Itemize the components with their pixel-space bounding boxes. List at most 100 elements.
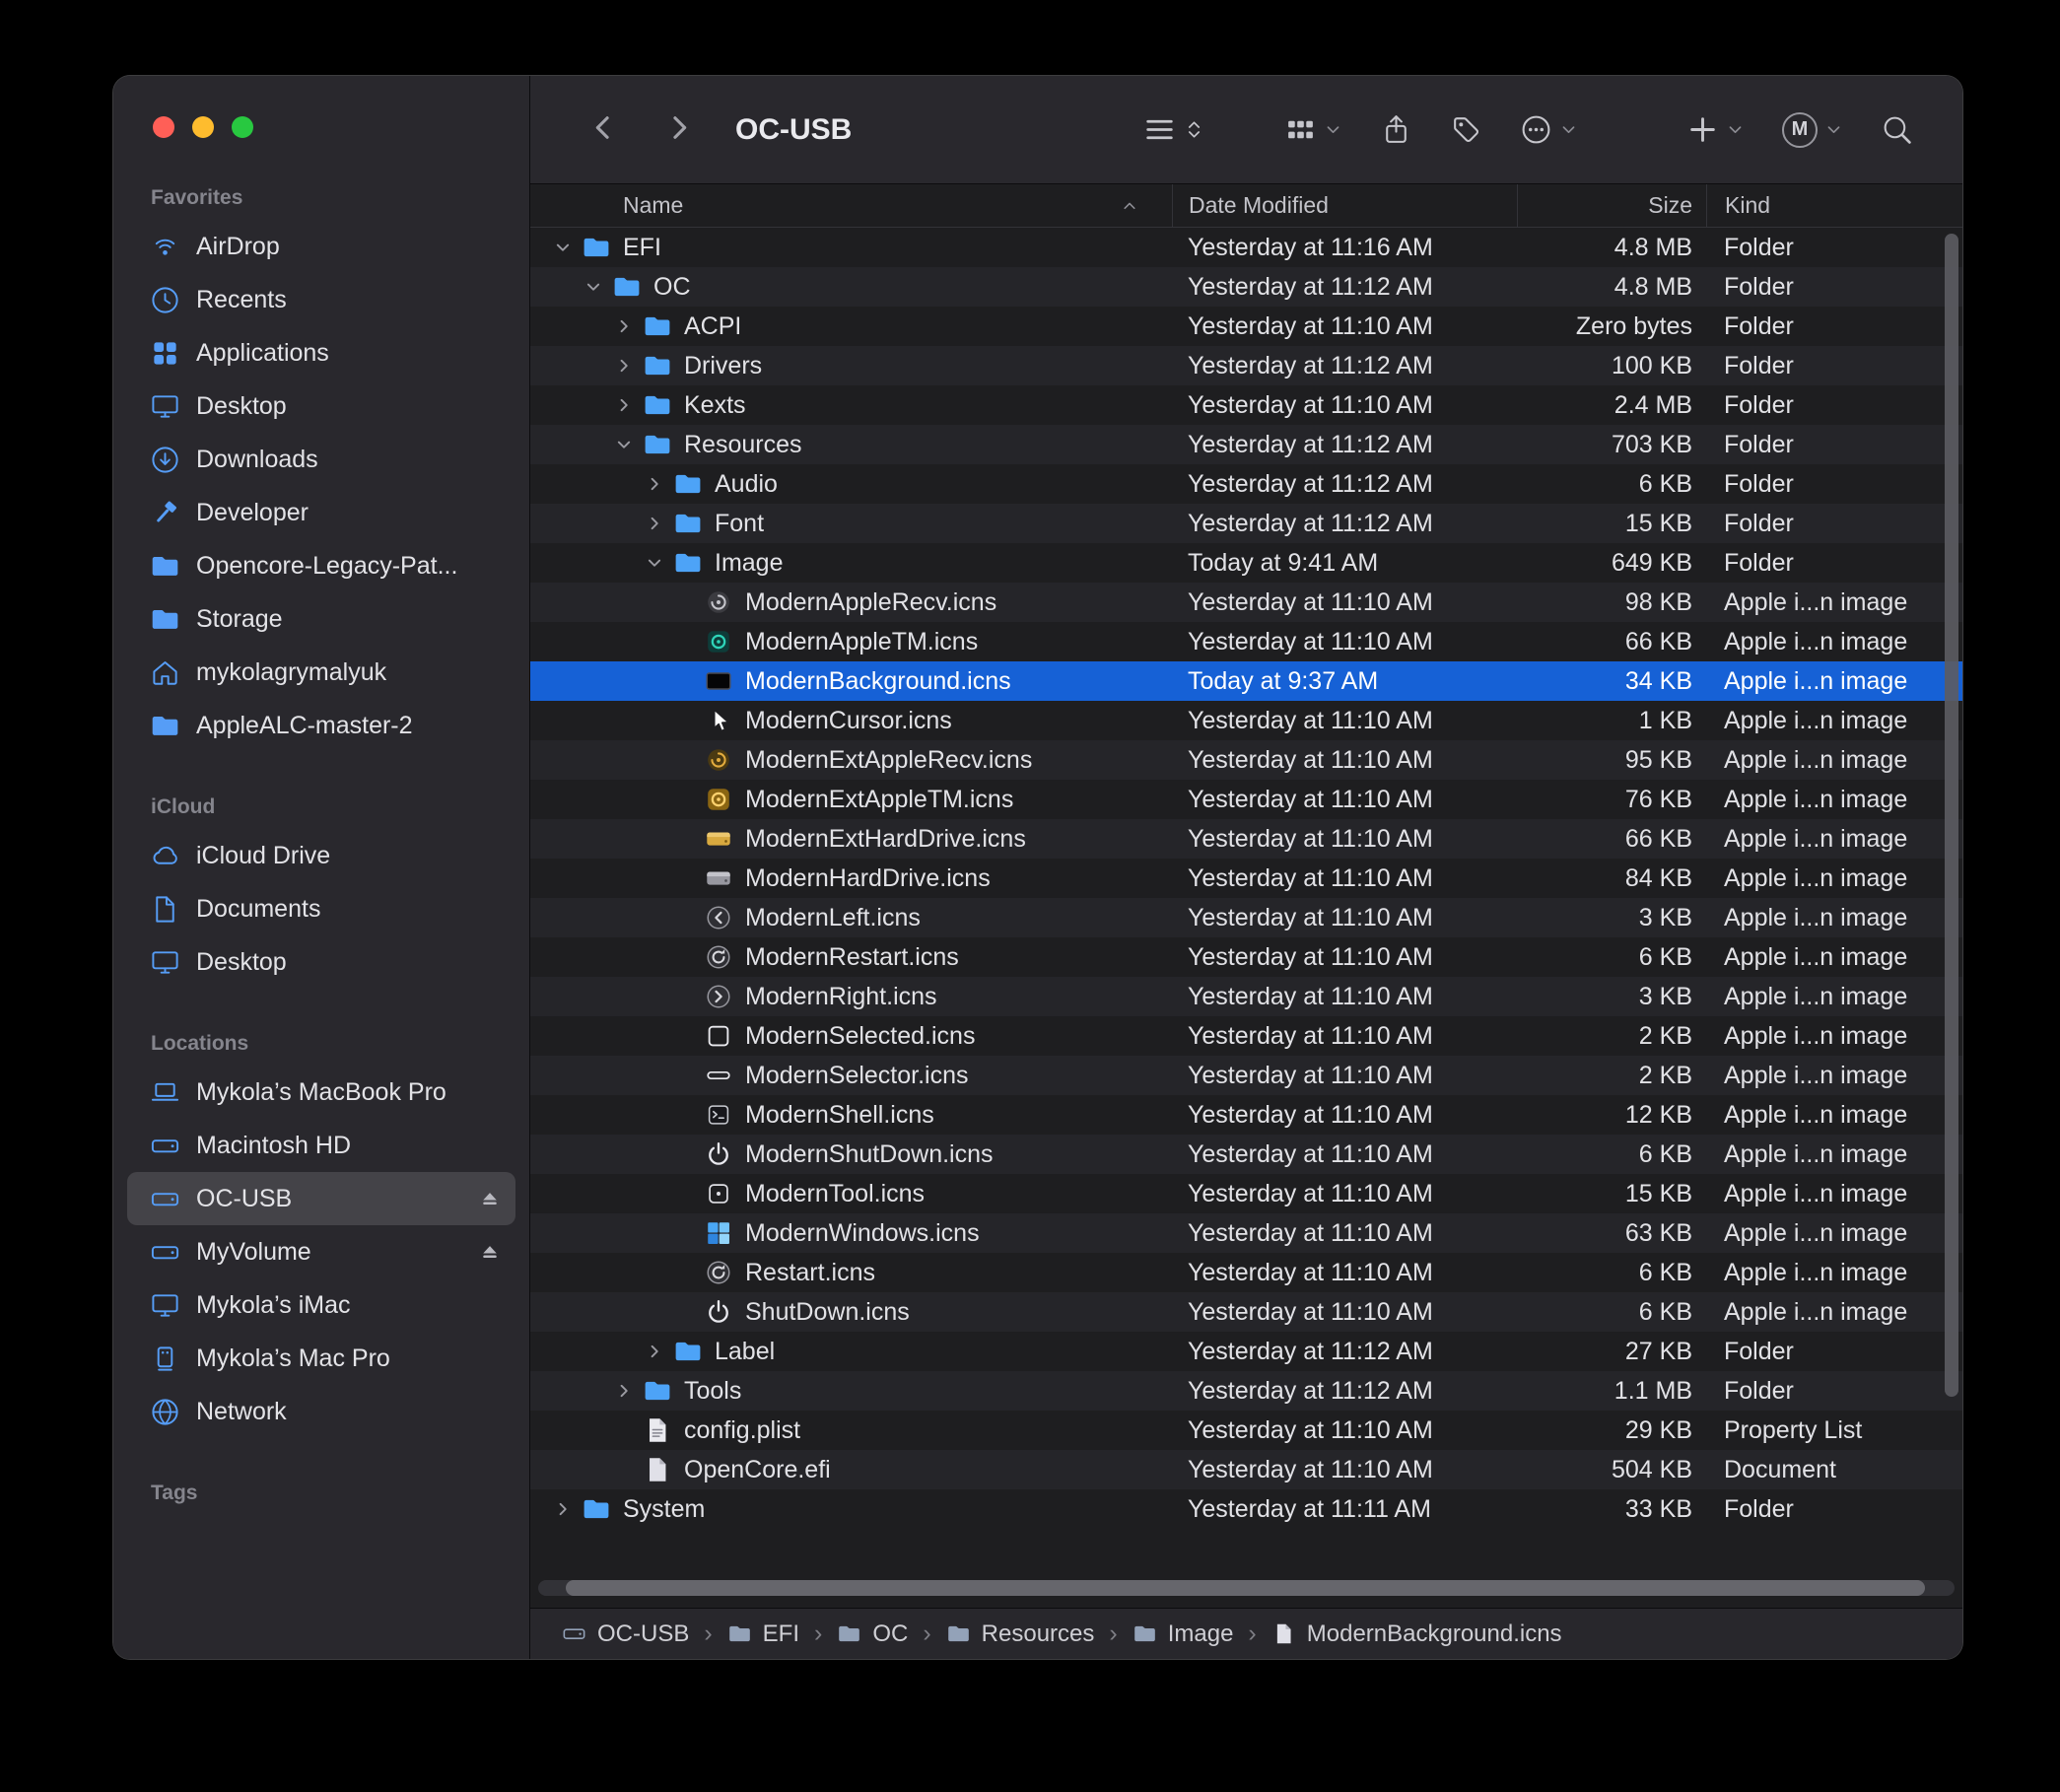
disclosure-chevron[interactable] [638, 513, 671, 534]
search-button[interactable] [1881, 113, 1913, 146]
horizontal-scrollbar-track[interactable] [538, 1580, 1955, 1596]
file-row-shutdown-icns[interactable]: ShutDown.icnsYesterday at 11:10 AM6 KBAp… [530, 1292, 1962, 1332]
file-row-modernselected-icns[interactable]: ModernSelected.icnsYesterday at 11:10 AM… [530, 1016, 1962, 1056]
eject-button[interactable] [478, 1187, 502, 1210]
file-row-modernselector-icns[interactable]: ModernSelector.icnsYesterday at 11:10 AM… [530, 1056, 1962, 1095]
window-title: OC-USB [735, 113, 852, 147]
sidebar-item-applications[interactable]: Applications [127, 326, 515, 379]
sidebar-item-storage[interactable]: Storage [127, 592, 515, 646]
sidebar-item-documents[interactable]: Documents [127, 882, 515, 935]
column-header-date-modified[interactable]: Date Modified [1172, 184, 1517, 227]
new-item-button[interactable] [1686, 113, 1745, 146]
file-row-oc[interactable]: OCYesterday at 11:12 AM4.8 MBFolder [530, 267, 1962, 307]
file-row-modernharddrive-icns[interactable]: ModernHardDrive.icnsYesterday at 11:10 A… [530, 859, 1962, 898]
file-row-modernwindows-icns[interactable]: ModernWindows.icnsYesterday at 11:10 AM6… [530, 1213, 1962, 1253]
view-options-button[interactable] [1143, 113, 1205, 146]
sidebar-item-applealc-master-2[interactable]: AppleALC-master-2 [127, 699, 515, 752]
sidebar-item-mykola-s-macbook-pro[interactable]: Mykola’s MacBook Pro [127, 1066, 515, 1119]
file-row-font[interactable]: FontYesterday at 11:12 AM15 KBFolder [530, 504, 1962, 543]
file-row-moderntool-icns[interactable]: ModernTool.icnsYesterday at 11:10 AM15 K… [530, 1174, 1962, 1213]
path-item-oc[interactable]: OC [837, 1620, 908, 1648]
disclosure-chevron[interactable] [638, 1341, 671, 1362]
sidebar-item-opencore-legacy-pat[interactable]: Opencore-Legacy-Pat... [127, 539, 515, 592]
sidebar-item-mykolagrymalyuk[interactable]: mykolagrymalyuk [127, 646, 515, 699]
file-row-image[interactable]: ImageToday at 9:41 AM649 KBFolder [530, 543, 1962, 583]
file-size: 15 KB [1517, 1180, 1706, 1208]
tag-button[interactable] [1450, 113, 1482, 146]
file-name: EFI [623, 234, 661, 262]
file-row-modernbackground-icns[interactable]: ModernBackground.icnsToday at 9:37 AM34 … [530, 661, 1962, 701]
sidebar-item-recents[interactable]: Recents [127, 273, 515, 326]
file-row-modernleft-icns[interactable]: ModernLeft.icnsYesterday at 11:10 AM3 KB… [530, 898, 1962, 937]
forward-button[interactable] [656, 108, 700, 152]
sidebar-item-desktop[interactable]: Desktop [127, 379, 515, 433]
sidebar-item-icloud-drive[interactable]: iCloud Drive [127, 829, 515, 882]
sidebar-item-airdrop[interactable]: AirDrop [127, 220, 515, 273]
disclosure-chevron[interactable] [577, 276, 610, 298]
file-row-modernrestart-icns[interactable]: ModernRestart.icnsYesterday at 11:10 AM6… [530, 937, 1962, 977]
file-row-modernshell-icns[interactable]: ModernShell.icnsYesterday at 11:10 AM12 … [530, 1095, 1962, 1135]
disclosure-chevron[interactable] [638, 473, 671, 495]
column-header-kind[interactable]: Kind [1706, 184, 1962, 227]
horizontal-scrollbar-thumb[interactable] [566, 1580, 1925, 1596]
sidebar-item-downloads[interactable]: Downloads [127, 433, 515, 486]
disclosure-chevron[interactable] [546, 1498, 580, 1520]
file-row-modernextapplerecv-icns[interactable]: ModernExtAppleRecv.icnsYesterday at 11:1… [530, 740, 1962, 780]
path-item-resources[interactable]: Resources [946, 1620, 1095, 1648]
close-button[interactable] [153, 116, 174, 138]
account-button[interactable]: M [1782, 112, 1843, 148]
eject-button[interactable] [478, 1240, 502, 1264]
share-button[interactable] [1380, 113, 1412, 146]
path-item-oc-usb[interactable]: OC-USB [562, 1620, 689, 1648]
file-row-moderncursor-icns[interactable]: ModernCursor.icnsYesterday at 11:10 AM1 … [530, 701, 1962, 740]
file-row-system[interactable]: SystemYesterday at 11:11 AM33 KBFolder [530, 1489, 1962, 1529]
file-row-restart-icns[interactable]: Restart.icnsYesterday at 11:10 AM6 KBApp… [530, 1253, 1962, 1292]
file-row-modernright-icns[interactable]: ModernRight.icnsYesterday at 11:10 AM3 K… [530, 977, 1962, 1016]
sidebar-item-network[interactable]: Network [127, 1385, 515, 1438]
file-row-efi[interactable]: EFIYesterday at 11:16 AM4.8 MBFolder [530, 228, 1962, 267]
file-row-modernextappletm-icns[interactable]: ModernExtAppleTM.icnsYesterday at 11:10 … [530, 780, 1962, 819]
indent-spacer [546, 681, 668, 682]
path-item-efi[interactable]: EFI [727, 1620, 799, 1648]
column-header-name[interactable]: Name [530, 184, 1172, 227]
sidebar-item-desktop[interactable]: Desktop [127, 935, 515, 989]
disclosure-chevron[interactable] [546, 237, 580, 258]
sidebar-item-developer[interactable]: Developer [127, 486, 515, 539]
file-row-resources[interactable]: ResourcesYesterday at 11:12 AM703 KBFold… [530, 425, 1962, 464]
minimize-button[interactable] [192, 116, 214, 138]
disclosure-chevron[interactable] [638, 552, 671, 574]
file-row-modernapplerecv-icns[interactable]: ModernAppleRecv.icnsYesterday at 11:10 A… [530, 583, 1962, 622]
file-row-kexts[interactable]: KextsYesterday at 11:10 AM2.4 MBFolder [530, 385, 1962, 425]
file-row-modernshutdown-icns[interactable]: ModernShutDown.icnsYesterday at 11:10 AM… [530, 1135, 1962, 1174]
file-row-opencore-efi[interactable]: OpenCore.efiYesterday at 11:10 AM504 KBD… [530, 1450, 1962, 1489]
file-row-modernappletm-icns[interactable]: ModernAppleTM.icnsYesterday at 11:10 AM6… [530, 622, 1962, 661]
vertical-scrollbar-thumb[interactable] [1945, 234, 1958, 1397]
file-row-config-plist[interactable]: config.plistYesterday at 11:10 AM29 KBPr… [530, 1411, 1962, 1450]
disclosure-chevron[interactable] [607, 434, 641, 455]
file-row-modernextharddrive-icns[interactable]: ModernExtHardDrive.icnsYesterday at 11:1… [530, 819, 1962, 859]
sidebar-item-mykola-s-imac[interactable]: Mykola’s iMac [127, 1278, 515, 1332]
path-item-image[interactable]: Image [1133, 1620, 1234, 1648]
path-item-modernbackground-icns[interactable]: ModernBackground.icns [1271, 1620, 1562, 1648]
file-kind: Apple i...n image [1706, 983, 1962, 1011]
file-row-label[interactable]: LabelYesterday at 11:12 AM27 KBFolder [530, 1332, 1962, 1371]
file-row-acpi[interactable]: ACPIYesterday at 11:10 AMZero bytesFolde… [530, 307, 1962, 346]
disclosure-chevron[interactable] [607, 394, 641, 416]
file-row-drivers[interactable]: DriversYesterday at 11:12 AM100 KBFolder [530, 346, 1962, 385]
sidebar-item-macintosh-hd[interactable]: Macintosh HD [127, 1119, 515, 1172]
hdd-icon [562, 1621, 586, 1646]
sidebar-item-mykola-s-mac-pro[interactable]: Mykola’s Mac Pro [127, 1332, 515, 1385]
column-header-size[interactable]: Size [1517, 184, 1706, 227]
more-actions-button[interactable] [1520, 113, 1578, 146]
sidebar-item-oc-usb[interactable]: OC-USB [127, 1172, 515, 1225]
back-button[interactable] [582, 108, 625, 152]
fullscreen-button[interactable] [232, 116, 253, 138]
disclosure-chevron[interactable] [607, 355, 641, 377]
disclosure-chevron[interactable] [607, 315, 641, 337]
file-row-tools[interactable]: ToolsYesterday at 11:12 AM1.1 MBFolder [530, 1371, 1962, 1411]
cursor-icon [702, 704, 735, 737]
sidebar-item-myvolume[interactable]: MyVolume [127, 1225, 515, 1278]
disclosure-chevron[interactable] [607, 1380, 641, 1402]
group-by-button[interactable] [1284, 113, 1342, 146]
file-row-audio[interactable]: AudioYesterday at 11:12 AM6 KBFolder [530, 464, 1962, 504]
